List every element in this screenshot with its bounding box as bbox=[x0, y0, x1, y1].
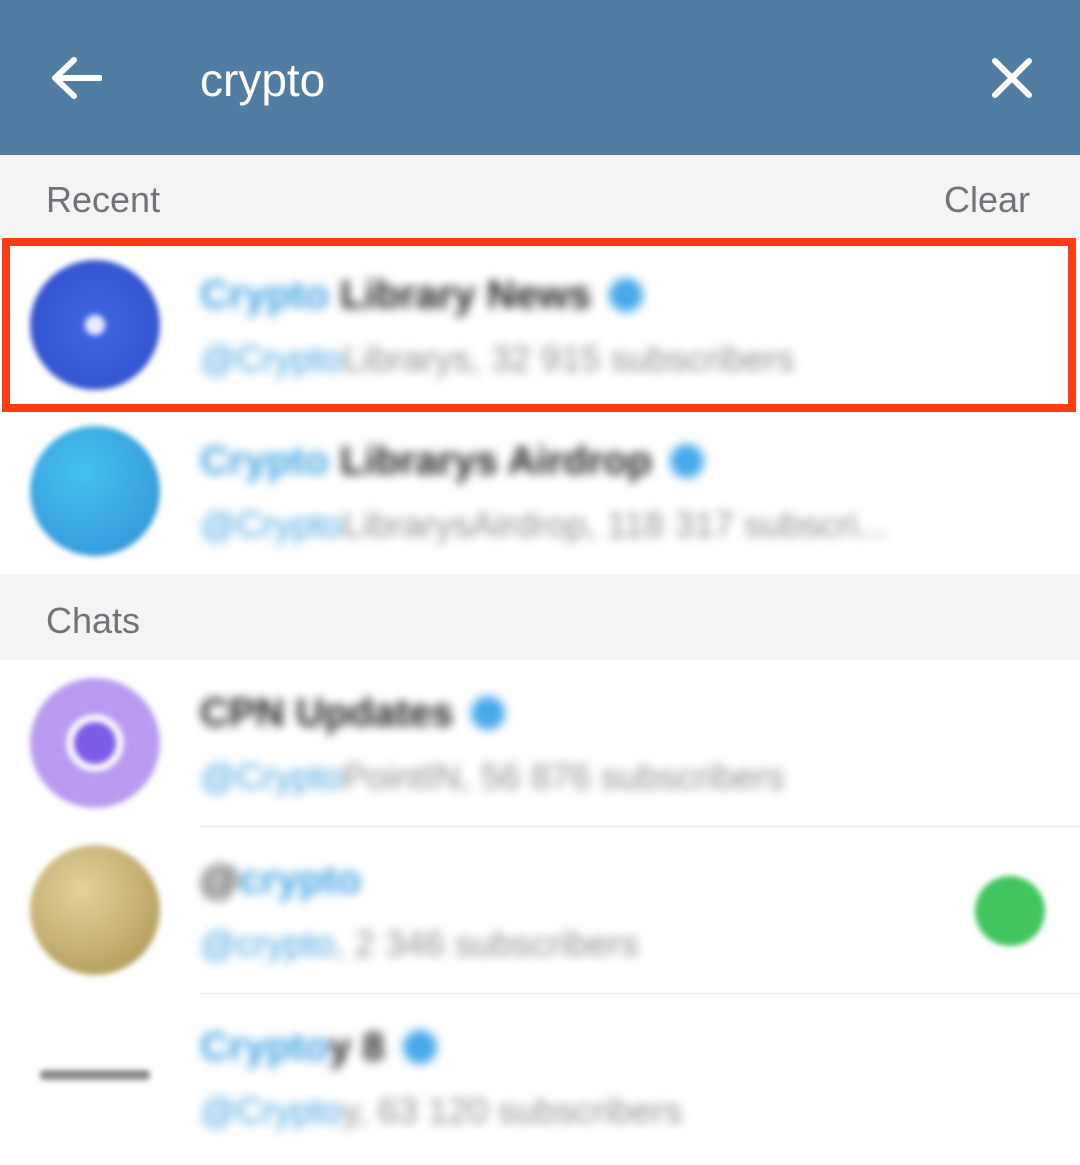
chat-item[interactable]: Cryptoy 8 @Cryptoy, 63 120 subscribers bbox=[0, 994, 1080, 1160]
clear-recent-button[interactable]: Clear bbox=[944, 179, 1030, 221]
recent-header-label: Recent bbox=[46, 179, 161, 220]
clear-search-button[interactable] bbox=[972, 40, 1052, 116]
chat-title: Crypto Librarys Airdrop bbox=[200, 436, 704, 486]
chat-title: CPN Updates bbox=[200, 688, 506, 738]
channel-avatar bbox=[30, 678, 160, 808]
search-screen: Recent Clear Crypto Library News @Crypto… bbox=[0, 0, 1080, 1165]
chat-subtitle: @CryptoLibrarysAirdrop, 118 317 subscri.… bbox=[200, 504, 889, 545]
chat-title: @crypto bbox=[200, 857, 362, 902]
close-icon bbox=[992, 58, 1032, 98]
verified-icon bbox=[609, 278, 644, 312]
channel-avatar bbox=[30, 260, 160, 390]
verified-icon bbox=[402, 1030, 437, 1064]
arrow-left-icon bbox=[52, 57, 102, 99]
unread-badge bbox=[975, 876, 1045, 946]
search-input[interactable] bbox=[200, 40, 920, 120]
channel-avatar bbox=[30, 845, 160, 975]
chats-section-header: Chats bbox=[0, 574, 1080, 660]
chat-title: Cryptoy 8 bbox=[200, 1022, 437, 1072]
recent-item[interactable]: Crypto Librarys Airdrop @CryptoLibrarysA… bbox=[0, 408, 1080, 574]
channel-avatar bbox=[30, 426, 160, 556]
back-button[interactable] bbox=[36, 40, 116, 116]
verified-icon bbox=[669, 444, 704, 478]
chat-subtitle: @CryptoPointIN, 56 876 subscribers bbox=[200, 756, 785, 797]
avatar-logo-mark bbox=[40, 1070, 150, 1080]
chats-header-label: Chats bbox=[46, 600, 141, 641]
chat-item[interactable]: CPN Updates @CryptoPointIN, 56 876 subsc… bbox=[0, 660, 1080, 826]
recent-item[interactable]: Crypto Library News @CryptoLibrarys, 32 … bbox=[0, 242, 1080, 408]
channel-avatar bbox=[30, 1012, 160, 1142]
chat-title: Crypto Library News bbox=[200, 270, 644, 320]
chat-item[interactable]: @crypto @crypto, 2 346 subscribers bbox=[0, 827, 1080, 993]
chat-subtitle: @crypto, 2 346 subscribers bbox=[200, 923, 639, 964]
recent-section-header: Recent Clear bbox=[0, 155, 1080, 240]
chat-subtitle: @Cryptoy, 63 120 subscribers bbox=[200, 1090, 683, 1131]
search-toolbar bbox=[0, 0, 1080, 155]
chat-subtitle: @CryptoLibrarys, 32 915 subscribers bbox=[200, 338, 795, 379]
verified-icon bbox=[471, 696, 506, 730]
